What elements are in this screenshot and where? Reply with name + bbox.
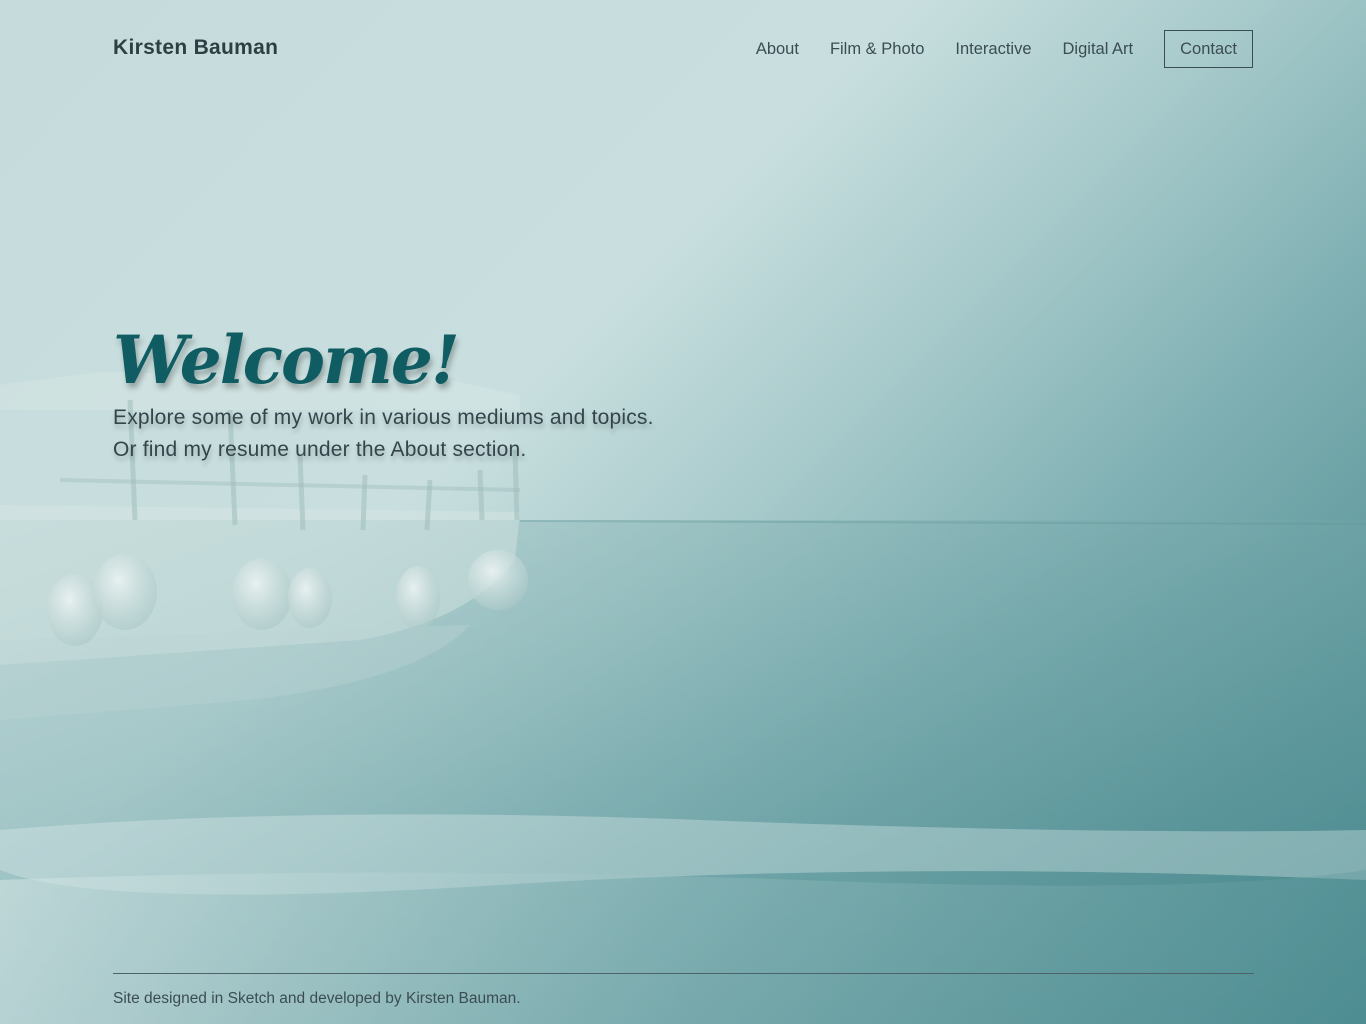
footer-divider — [113, 973, 1254, 974]
site-brand-link[interactable]: Kirsten Bauman — [113, 36, 278, 60]
site-footer: Site designed in Sketch and developed by… — [113, 973, 1254, 1008]
nav-digital-art-link[interactable]: Digital Art — [1063, 40, 1134, 59]
nav-about-link[interactable]: About — [756, 40, 799, 59]
sea-and-boat-scene — [0, 372, 1366, 1024]
hero-description: Explore some of my work in various mediu… — [113, 406, 654, 461]
hero-title: Welcome! — [113, 321, 460, 399]
main-nav: About Film & Photo Interactive Digital A… — [725, 30, 1253, 68]
footer-credit: Site designed in Sketch and developed by… — [113, 990, 521, 1007]
site-header: Kirsten Bauman About Film & Photo Intera… — [113, 30, 1253, 70]
hero-background-photo — [0, 0, 1366, 1024]
nav-interactive-link[interactable]: Interactive — [955, 40, 1031, 59]
nav-contact-button[interactable]: Contact — [1164, 30, 1253, 68]
hero-section: Welcome! Explore some of my work in vari… — [113, 318, 673, 466]
nav-film-photo-link[interactable]: Film & Photo — [830, 40, 924, 59]
